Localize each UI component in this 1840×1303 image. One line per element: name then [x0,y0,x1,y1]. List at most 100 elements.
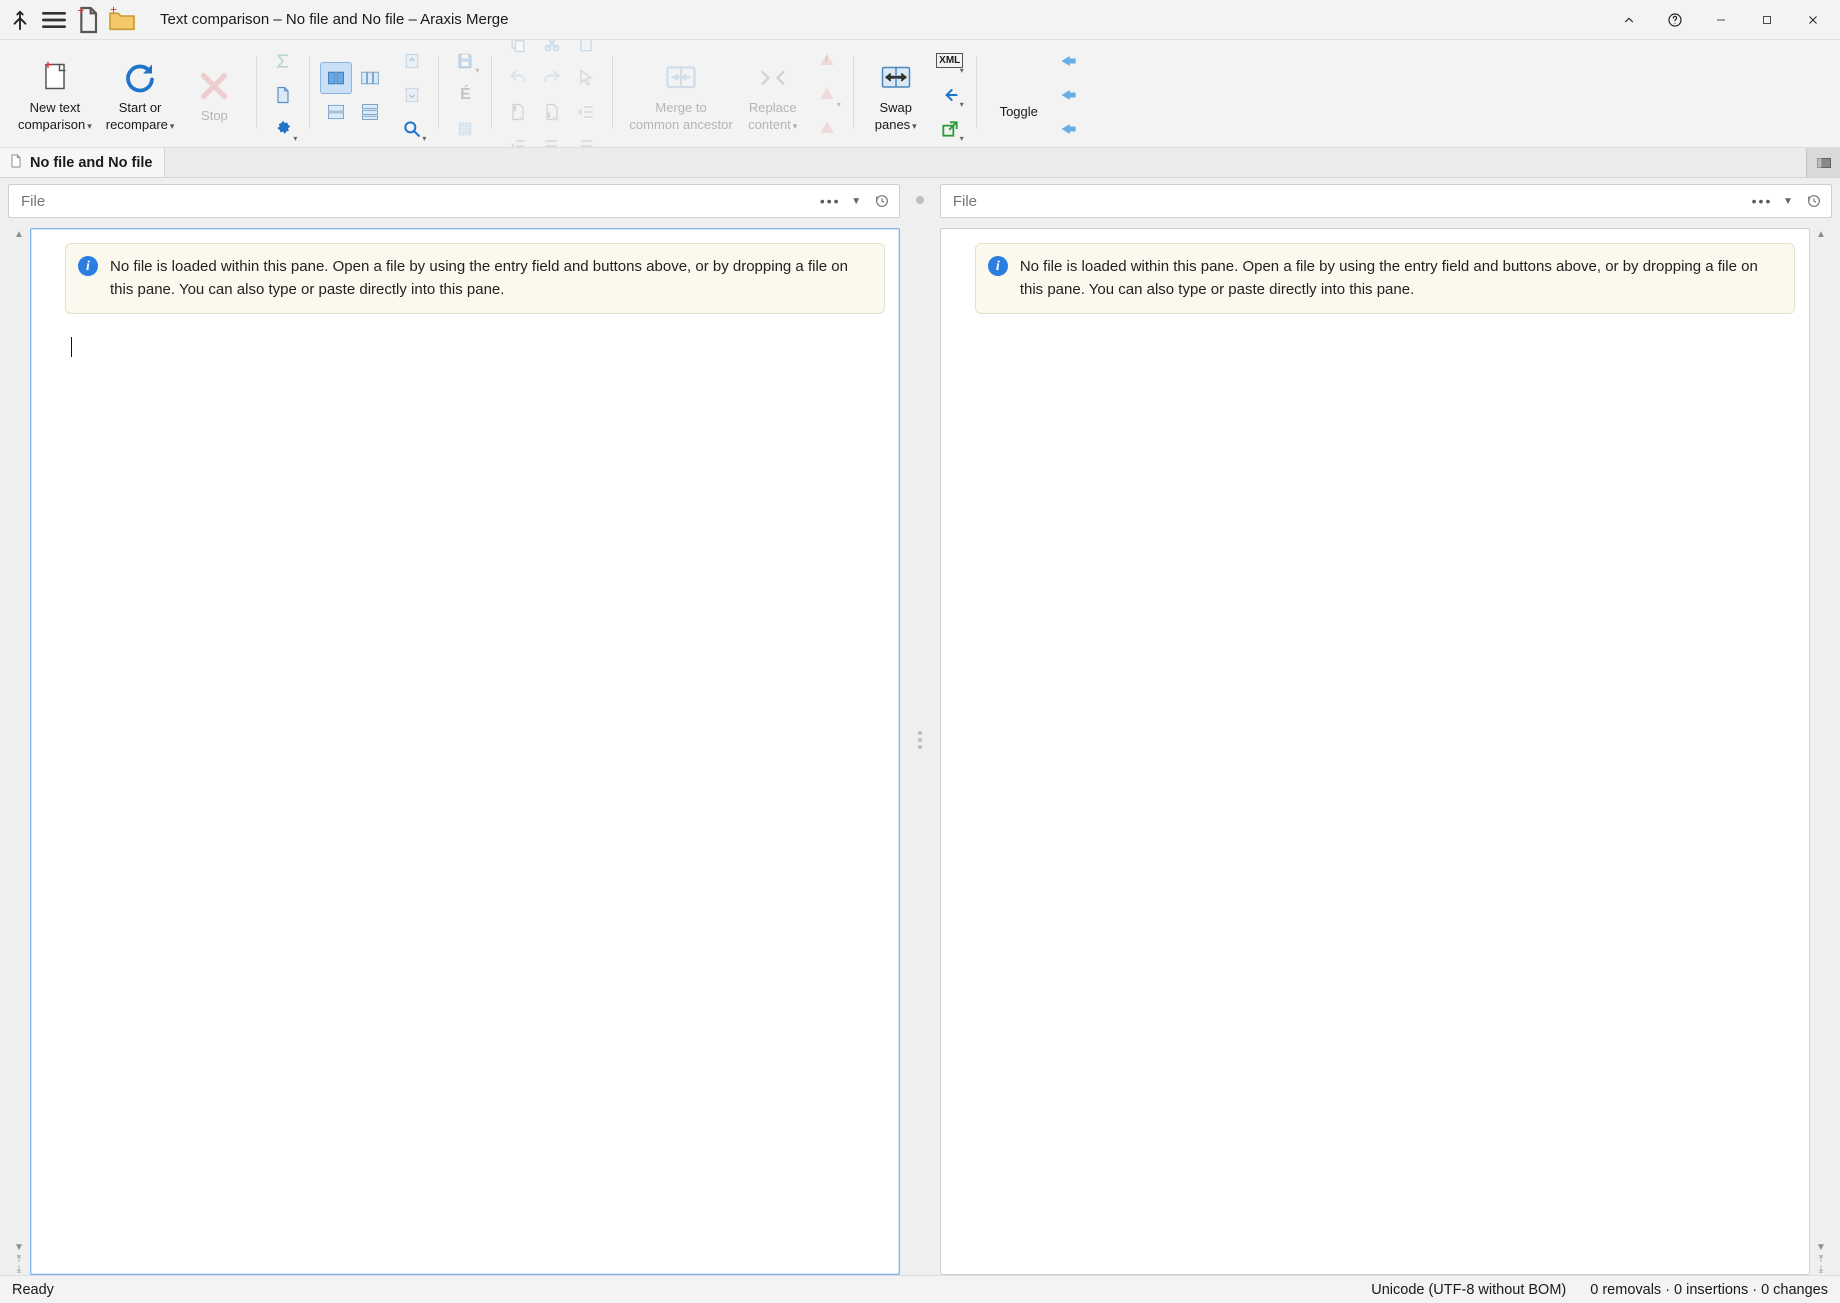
outdent-icon[interactable] [570,96,602,128]
left-pane: ••• ▼ ▲ ▼ ⤒ ⤓ i No file is loaded within… [8,178,900,1275]
svg-text:↓: ↓ [547,110,551,119]
help-icon[interactable] [1652,0,1698,40]
text-caret [71,337,72,357]
nav-up-icon[interactable] [396,45,428,77]
conflict-move-down-icon[interactable] [811,113,843,145]
right-gutter: ▲ ▼ ⤒ ⤓ [1810,228,1832,1275]
right-history-icon[interactable] [1803,187,1825,215]
tag-up-icon[interactable] [1053,45,1085,77]
titlebar: + + Text comparison – No file and No fil… [0,0,1840,40]
conflict-insert-icon[interactable] [811,79,843,111]
status-bar: Ready Unicode (UTF-8 without BOM) 0 remo… [0,1275,1840,1303]
document-tab[interactable]: No file and No file [0,148,165,177]
document-tab-strip: No file and No file [0,148,1840,178]
app-icon [4,4,36,36]
minimize-button[interactable] [1698,0,1744,40]
left-editor[interactable]: i No file is loaded within this pane. Op… [30,228,900,1275]
gear-icon[interactable] [267,113,299,145]
new-text-comparison-button[interactable]: + New textcomparison▾ [12,52,98,137]
list-right-icon[interactable] [570,130,602,149]
right-editor[interactable]: i No file is loaded within this pane. Op… [940,228,1810,1275]
merge-common-ancestor-button: Merge tocommon ancestor [623,52,738,137]
file-small-icon[interactable] [267,79,299,111]
stop-button: Stop [182,60,246,128]
layout-horizontal-three-icon[interactable] [354,96,386,128]
cursor-icon[interactable] [570,62,602,94]
file-warn-down-icon[interactable]: ↓ [536,96,568,128]
paste-icon[interactable] [570,40,602,60]
scroll-down-icon[interactable]: ▼ [1816,1243,1826,1253]
start-recompare-label: Start orrecompare [106,100,168,131]
status-encoding: Unicode (UTF-8 without BOM) [1371,1282,1566,1298]
indent-icon[interactable] [502,130,534,149]
swap-panes-button[interactable]: Swappanes▾ [864,52,928,137]
tag-down-icon[interactable] [1053,79,1085,111]
open-external-icon[interactable] [934,113,966,145]
scroll-down-icon[interactable]: ▼ [14,1243,24,1253]
comparison-workspace: ••• ▼ ▲ ▼ ⤒ ⤓ i No file is loaded within… [0,178,1840,1275]
scroll-up-icon[interactable]: ▲ [14,230,24,240]
e-accent-icon[interactable]: É [449,79,481,111]
swap-panes-label: Swappanes [875,100,912,131]
left-gutter: ▲ ▼ ⤒ ⤓ [8,228,30,1275]
jump-back-icon[interactable] [934,79,966,111]
right-file-header: ••• ▼ [940,184,1832,218]
right-info-banner: i No file is loaded within this pane. Op… [975,243,1795,314]
conflict-move-up-icon[interactable]: ! [811,45,843,77]
close-button[interactable] [1790,0,1836,40]
undo-icon[interactable] [502,62,534,94]
sigma-icon[interactable] [267,45,299,77]
left-file-header: ••• ▼ [8,184,900,218]
start-recompare-button[interactable]: Start orrecompare▾ [100,52,181,137]
search-icon[interactable] [396,113,428,145]
pane-splitter[interactable] [900,178,940,1275]
new-text-comparison-label: New textcomparison [18,100,85,131]
panel-toggle-icon[interactable] [1806,148,1840,177]
selection-block-icon[interactable] [449,113,481,145]
tag-add-icon[interactable] [1053,113,1085,145]
save-icon[interactable] [449,45,481,77]
right-pane: ••• ▼ i No file is loaded within this pa… [940,178,1832,1275]
copy-icon[interactable] [502,40,534,60]
window-title: Text comparison – No file and No file – … [160,11,509,28]
file-warn-up-icon[interactable]: ↑ [502,96,534,128]
replace-content-label: Replacecontent [748,100,796,131]
right-file-input[interactable] [951,192,1747,211]
list-left-icon[interactable] [536,130,568,149]
new-folder-icon[interactable]: + [106,4,138,36]
svg-text:↑: ↑ [513,103,517,112]
svg-text:+: + [77,4,84,18]
right-dropdown-icon[interactable]: ▼ [1777,187,1799,215]
jump-bottom-icon[interactable]: ⤓ [1819,1265,1823,1275]
link-point-icon [916,196,924,204]
document-tab-label: No file and No file [30,155,152,171]
new-file-icon[interactable]: + [72,4,104,36]
left-info-banner: i No file is loaded within this pane. Op… [65,243,885,314]
maximize-button[interactable] [1744,0,1790,40]
layout-three-pane-icon[interactable] [354,62,386,94]
info-icon: i [988,256,1008,276]
merge-common-ancestor-label: Merge tocommon ancestor [629,100,732,133]
replace-content-button: Replacecontent▾ [741,52,805,137]
left-dropdown-icon[interactable]: ▼ [845,187,867,215]
redo-icon[interactable] [536,62,568,94]
left-history-icon[interactable] [871,187,893,215]
nav-down-icon[interactable] [396,79,428,111]
layout-two-pane-icon[interactable] [320,62,352,94]
cut-icon[interactable] [536,40,568,60]
left-file-input[interactable] [19,192,815,211]
stop-label: Stop [201,108,228,124]
svg-text:!: ! [825,54,827,64]
file-icon [8,153,24,173]
right-more-icon[interactable]: ••• [1751,187,1773,215]
layout-horizontal-two-icon[interactable] [320,96,352,128]
jump-bottom-icon[interactable]: ⤓ [17,1265,21,1275]
xml-icon[interactable]: XML [934,45,966,77]
toggle-button[interactable]: Toggle [987,64,1051,124]
left-info-text: No file is loaded within this pane. Open… [110,258,848,298]
hamburger-menu-icon[interactable] [38,4,70,36]
scroll-up-icon[interactable]: ▲ [1816,230,1826,240]
info-icon: i [78,256,98,276]
left-more-icon[interactable]: ••• [819,187,841,215]
collapse-ribbon-icon[interactable] [1606,0,1652,40]
